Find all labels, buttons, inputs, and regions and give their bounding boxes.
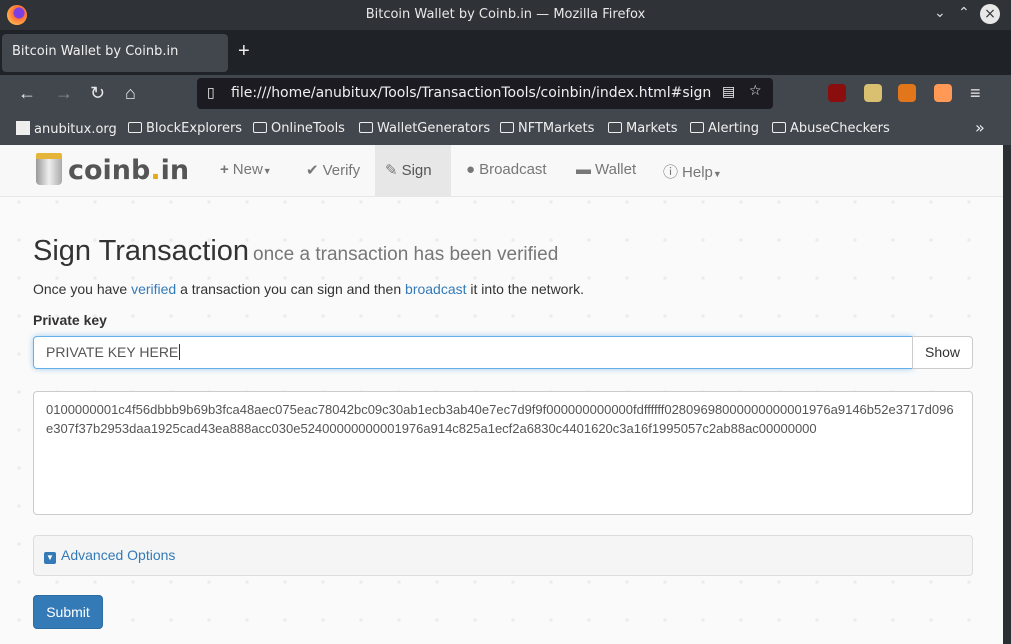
intro-part: Once you have bbox=[33, 281, 132, 297]
bookmark-label: anubitux.org bbox=[34, 122, 117, 137]
pencil-icon: ✎ bbox=[385, 162, 398, 179]
url-text: file:///home/anubitux/Tools/TransactionT… bbox=[231, 85, 712, 101]
folder-icon bbox=[608, 122, 622, 133]
nav-broadcast[interactable]: ● Broadcast bbox=[456, 145, 557, 197]
page-icon: ▯ bbox=[207, 85, 215, 101]
check-icon: ✔ bbox=[306, 162, 319, 179]
scrollbar[interactable] bbox=[1003, 145, 1011, 644]
site-navbar: coinb.in + New▼ ✔ Verify ✎ Sign ● Broadcast … bbox=[0, 145, 1003, 197]
coin-can-icon bbox=[36, 153, 62, 185]
folder-icon bbox=[253, 122, 267, 133]
navigation-toolbar: ← → ↻ ⌂ ▯ file:///home/anubitux/Tools/Tr… bbox=[0, 75, 1011, 112]
menu-icon[interactable]: ≡ bbox=[970, 83, 981, 104]
maximize-icon[interactable]: ⌃ bbox=[958, 5, 970, 21]
nav-new[interactable]: + New▼ bbox=[210, 145, 282, 197]
nav-label: Verify bbox=[322, 162, 361, 179]
info-icon: ⓘ bbox=[663, 164, 679, 181]
folder-icon bbox=[690, 122, 704, 133]
window-title: Bitcoin Wallet by Coinb.in — Mozilla Fir… bbox=[365, 7, 646, 22]
ublock-icon[interactable] bbox=[828, 84, 846, 102]
private-key-value: PRIVATE KEY HERE bbox=[46, 344, 179, 360]
transaction-textarea[interactable]: 0100000001c4f56dbbb9b69b3fca48aec075eac7… bbox=[33, 391, 973, 515]
globe-icon: ● bbox=[466, 161, 476, 178]
bookmark-folder[interactable]: BlockExplorers bbox=[128, 121, 242, 136]
briefcase-icon: ▬ bbox=[576, 161, 591, 178]
broadcast-link[interactable]: broadcast bbox=[405, 281, 466, 297]
metamask-icon[interactable] bbox=[898, 84, 916, 102]
bookmark-label: Markets bbox=[626, 121, 678, 136]
logo-dot: . bbox=[150, 155, 161, 186]
title-text: Sign Transaction bbox=[33, 235, 250, 267]
bookmark-folder[interactable]: AbuseCheckers bbox=[772, 121, 890, 136]
bookmark-folder[interactable]: NFTMarkets bbox=[500, 121, 594, 136]
address-bar[interactable]: ▯ file:///home/anubitux/Tools/Transactio… bbox=[197, 78, 773, 109]
caret-down-icon: ▼ bbox=[262, 166, 272, 176]
folder-icon bbox=[772, 122, 786, 133]
advanced-options-panel[interactable]: ▼ Advanced Options bbox=[33, 535, 973, 576]
reload-icon[interactable]: ↻ bbox=[90, 83, 105, 104]
trash-extension-icon[interactable] bbox=[934, 84, 952, 102]
folder-icon bbox=[500, 122, 514, 133]
nav-help[interactable]: ⓘ Help▼ bbox=[653, 145, 732, 197]
minimize-icon[interactable]: ⌄ bbox=[934, 5, 946, 21]
new-tab-icon[interactable]: + bbox=[238, 40, 250, 63]
bookmark-label: BlockExplorers bbox=[146, 121, 243, 136]
nav-label: Broadcast bbox=[479, 161, 547, 178]
bookmark-label: Alerting bbox=[708, 121, 760, 136]
back-icon[interactable]: ← bbox=[18, 83, 36, 104]
submit-button[interactable]: Submit bbox=[33, 595, 103, 629]
nav-label: Wallet bbox=[595, 161, 637, 178]
coinbin-logo[interactable]: coinb.in bbox=[36, 153, 189, 186]
logo-text: coinb bbox=[68, 155, 151, 186]
intro-part: a transaction you can sign and then bbox=[176, 281, 406, 297]
reader-view-icon[interactable]: ▤ bbox=[722, 84, 735, 100]
page-title: Sign Transaction once a transaction has b… bbox=[33, 235, 558, 268]
forward-icon[interactable]: → bbox=[55, 83, 73, 104]
bookmark-anubitux[interactable]: anubitux.org bbox=[16, 121, 117, 137]
show-key-button[interactable]: Show bbox=[912, 336, 973, 369]
tab-bar: Bitcoin Wallet by Coinb.in + bbox=[0, 30, 1011, 75]
nav-sign[interactable]: ✎ Sign bbox=[375, 145, 451, 197]
home-icon[interactable]: ⌂ bbox=[125, 83, 136, 104]
nav-label: New bbox=[232, 161, 263, 178]
close-window-button[interactable]: × bbox=[980, 4, 1000, 24]
bookmark-label: WalletGenerators bbox=[377, 121, 491, 136]
intro-text: Once you have verified a transaction you… bbox=[33, 281, 584, 297]
site-icon bbox=[16, 121, 30, 135]
bookmark-star-icon[interactable]: ☆ bbox=[749, 83, 762, 99]
private-key-label: Private key bbox=[33, 312, 107, 328]
nav-label: Help bbox=[682, 164, 713, 181]
bookmark-folder[interactable]: OnlineTools bbox=[253, 121, 345, 136]
intro-part: it into the network. bbox=[466, 281, 585, 297]
logo-tld: in bbox=[160, 155, 190, 186]
extension-broom-icon[interactable] bbox=[864, 84, 882, 102]
nav-verify[interactable]: ✔ Verify bbox=[296, 145, 370, 197]
more-bookmarks-icon[interactable]: » bbox=[975, 118, 985, 137]
bookmark-label: OnlineTools bbox=[271, 121, 345, 136]
folder-icon bbox=[128, 122, 142, 133]
tab-coinbin[interactable]: Bitcoin Wallet by Coinb.in bbox=[2, 34, 228, 72]
caret-down-icon: ▼ bbox=[712, 169, 722, 179]
plus-icon: + bbox=[220, 161, 229, 178]
bookmark-folder[interactable]: WalletGenerators bbox=[359, 121, 490, 136]
page-subtitle: once a transaction has been verified bbox=[253, 244, 559, 265]
folder-icon bbox=[359, 122, 373, 133]
advanced-options-link[interactable]: Advanced Options bbox=[61, 547, 175, 563]
private-key-input[interactable]: PRIVATE KEY HERE bbox=[33, 336, 913, 369]
text-cursor bbox=[179, 344, 181, 360]
verified-link[interactable]: verified bbox=[131, 281, 176, 297]
expand-icon: ▼ bbox=[44, 552, 56, 564]
bookmark-label: NFTMarkets bbox=[518, 121, 595, 136]
bookmark-folder[interactable]: Markets bbox=[608, 121, 677, 136]
web-page: coinb.in + New▼ ✔ Verify ✎ Sign ● Broadcast … bbox=[0, 145, 1003, 644]
bookmark-label: AbuseCheckers bbox=[790, 121, 890, 136]
nav-label: Sign bbox=[401, 162, 432, 179]
bookmark-folder[interactable]: Alerting bbox=[690, 121, 759, 136]
nav-wallet[interactable]: ▬ Wallet bbox=[566, 145, 646, 197]
bookmarks-bar: anubitux.org BlockExplorers OnlineTools … bbox=[0, 112, 1011, 145]
window-titlebar: Bitcoin Wallet by Coinb.in — Mozilla Fir… bbox=[0, 0, 1011, 30]
